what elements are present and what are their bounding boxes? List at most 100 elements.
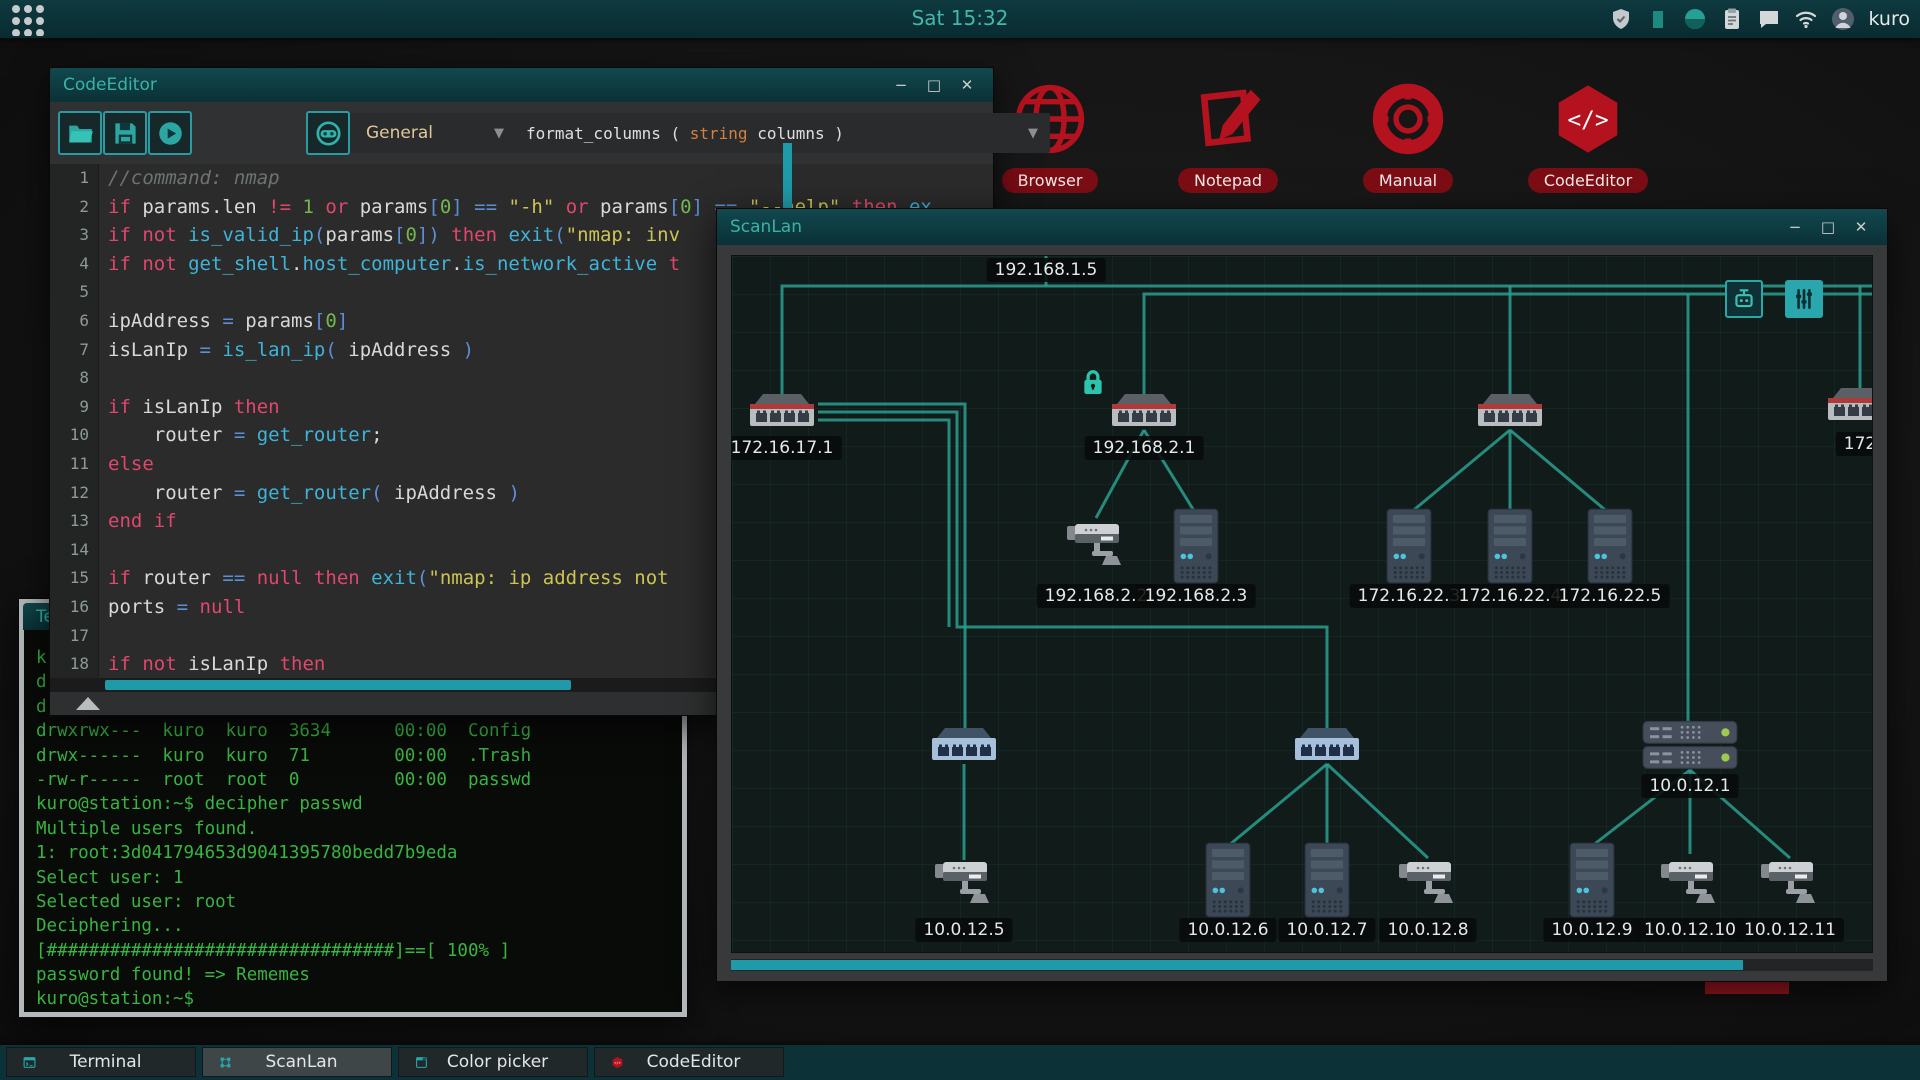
pc-172-16-22-3[interactable] [1385,508,1433,588]
manual-icon [1328,80,1488,162]
cam-10-0-12-10[interactable] [1659,856,1721,914]
line-number: 10 [69,425,89,445]
router-192-168-2-1-label: 192.168.2.1 [1084,436,1204,460]
signature-dropdown[interactable]: format_columns ( string columns ) ▼ [510,113,1050,153]
save-button[interactable] [103,111,147,155]
svg-text:</>: </> [1567,108,1608,134]
map-hscroll-track[interactable] [731,959,1873,971]
pc-172-16-22-5[interactable] [1586,508,1634,588]
line-number: 14 [69,539,89,559]
pc-10-0-12-9[interactable] [1568,842,1616,922]
line-number: 5 [79,282,89,302]
terminal-line: -rw-r----- root root 0 00:00 passwd [36,769,532,790]
pc-172-16-22-4[interactable] [1486,508,1534,588]
run-button[interactable] [148,111,192,155]
map-hscroll-thumb[interactable] [731,960,1743,970]
terminal-line: drwx------ kuro kuro 71 00:00 .Trash [36,745,532,766]
code-vertical-scrollbar[interactable] [783,143,792,211]
open-folder-button[interactable] [58,111,102,155]
shield-check-icon[interactable] [1608,6,1634,32]
cam-10-0-12-8[interactable] [1397,856,1459,914]
taskbar-item-codeeditor[interactable]: </> CodeEditor [594,1047,784,1077]
robot-button[interactable] [1725,280,1763,318]
terminal-line: Deciphering... [36,916,184,937]
top-bar: Sat 15:32 kuro [0,0,1920,38]
line-number: 8 [79,368,89,388]
assistant-bot-button[interactable] [306,111,350,155]
signature-value: format_columns ( string columns ) [526,123,844,143]
status-pie-icon[interactable] [1682,6,1708,32]
scanlan-window[interactable]: ScanLan − □ ✕ 192.168.1.5 172.16.17.1 192.16… [716,208,1888,982]
maximize-button[interactable]: □ [1820,218,1836,236]
line-number: 4 [79,253,89,273]
taskbar-item-label: CodeEditor [646,1052,741,1072]
desktop: Sat 15:32 kuro Browser Notepad Manual </> Co… [0,0,1920,1080]
label-192-168-1-5-label: 192.168.1.5 [986,258,1106,282]
codeeditor-icon: </> [1508,80,1668,162]
desktop-icon-label: Manual [1362,168,1454,193]
cam-10-0-12-5[interactable] [933,856,995,914]
network-map[interactable]: 192.168.1.5 172.16.17.1 192.168.2.1 172 192.… [731,255,1873,953]
notepad-icon [1148,80,1308,162]
switch-mid[interactable] [1292,726,1362,768]
cam-10-0-12-8-label: 10.0.12.8 [1379,918,1477,942]
line-number: 6 [79,310,89,330]
terminal-line: drwxrwx--- kuro kuro 3634 00:00 Config [36,721,532,742]
terminal-line: kuro@station:~$ decipher passwd [36,794,363,815]
close-button[interactable]: ✕ [959,76,975,94]
minimize-button[interactable]: − [1787,218,1803,236]
server-10-0-12-1[interactable] [1642,720,1738,775]
codeeditor-title: CodeEditor [63,75,157,95]
desktop-icon-manual[interactable]: Manual [1328,80,1488,193]
taskbar-item-scanlan[interactable]: ScanLan [202,1047,392,1077]
taskbar-item-terminal[interactable]: Terminal [6,1047,196,1077]
router-172-16-17-1[interactable] [747,392,817,434]
clipboard-icon[interactable] [1719,6,1745,32]
line-number: 1 [79,168,89,187]
wifi-icon[interactable] [1793,6,1819,32]
cam-10-0-12-11[interactable] [1759,856,1821,914]
code-hscroll-thumb[interactable] [105,680,571,690]
cam-192-168-2-2[interactable] [1065,518,1127,576]
desktop-icon-label: Browser [1001,168,1099,193]
switch-left[interactable] [929,726,999,768]
battery-icon[interactable] [1645,6,1671,32]
codeeditor-titlebar[interactable]: CodeEditor − □ ✕ [50,68,993,102]
line-number: 7 [79,339,89,359]
maximize-button[interactable]: □ [926,76,942,94]
line-number: 16 [69,596,89,616]
router-mid[interactable] [1475,392,1545,434]
code-line: //command: nmap [108,167,280,189]
expand-arrow-icon[interactable] [76,697,100,710]
terminal-line: password found! => Rememes [36,965,310,986]
codeeditor-toolbar: General ▼ format_columns ( string column… [50,102,1050,164]
cam-10-0-12-11-label: 10.0.12.11 [1736,918,1844,942]
terminal-line: kuro@station:~$ [36,989,195,1010]
username: kuro [1868,8,1910,30]
taskbar-item-colorpicker[interactable]: Color picker [398,1047,588,1077]
pc-10-0-12-6[interactable] [1204,842,1252,922]
pc-192-168-2-3[interactable] [1172,508,1220,588]
terminal-line: Selected user: root [36,891,237,912]
taskbar: Terminal ScanLan Color picker </> CodeEditor [0,1045,1920,1080]
pc-10-0-12-7[interactable] [1303,842,1351,922]
sliders-button[interactable] [1785,280,1823,318]
minimize-button[interactable]: − [893,76,909,94]
scanlan-titlebar[interactable]: ScanLan − □ ✕ [717,209,1887,245]
line-number: 15 [69,568,89,588]
avatar-icon[interactable] [1830,6,1856,32]
close-button[interactable]: ✕ [1853,218,1869,236]
desktop-icon-notepad[interactable]: Notepad [1148,80,1308,193]
desktop-icon-label: Notepad [1178,168,1278,193]
line-number: 2 [79,196,89,216]
line-number: 13 [69,511,89,531]
router-192-168-2-1[interactable] [1109,392,1179,434]
taskbar-item-label: Color picker [446,1052,549,1072]
router-partial[interactable] [1825,386,1872,428]
pc-10-0-12-7-label: 10.0.12.7 [1278,918,1376,942]
desktop-icon-codeeditor[interactable]: </> CodeEditor [1508,80,1668,193]
category-dropdown[interactable]: General ▼ [350,113,516,153]
chat-icon[interactable] [1756,6,1782,32]
lock-icon [1080,368,1106,399]
terminal-icon [15,1052,36,1073]
